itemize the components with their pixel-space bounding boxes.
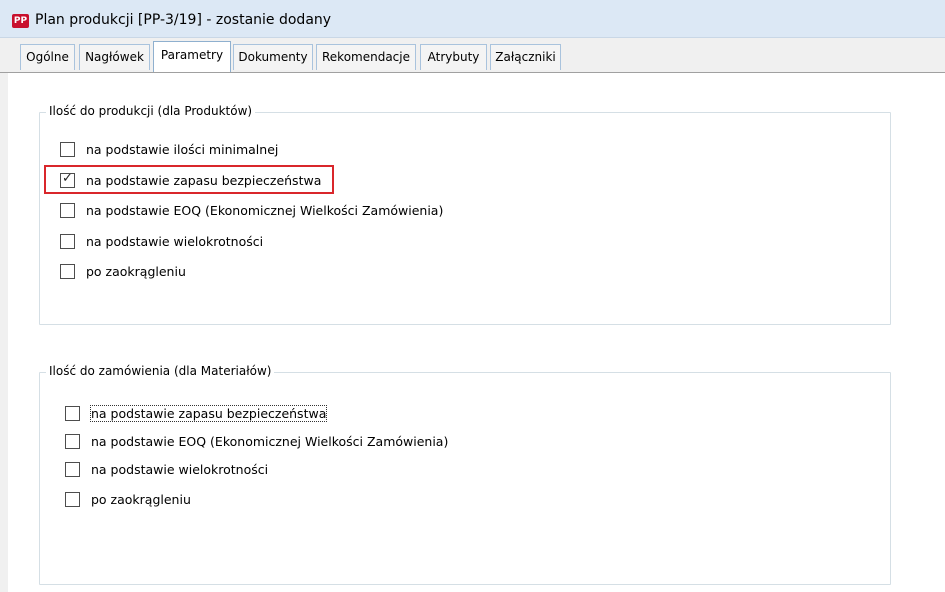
group-materials-legend: Ilość do zamówienia (dla Materiałów): [46, 364, 275, 378]
material-option-multiplicity[interactable]: na podstawie wielokrotności: [65, 462, 285, 478]
group-materials: [39, 372, 891, 585]
checkbox-safety-stock[interactable]: ✓: [60, 171, 75, 188]
product-option-min-qty[interactable]: na podstawie ilości minimalnej: [60, 142, 320, 158]
material-option-eoq[interactable]: na podstawie EOQ (Ekonomicznej Wielkości…: [65, 434, 455, 450]
window-left-border: [0, 38, 8, 592]
material-option-safety-stock[interactable]: na podstawie zapasu bezpieczeństwa: [65, 405, 345, 422]
product-option-rounding[interactable]: po zaokrągleniu: [60, 264, 210, 280]
tab-rekomendacje[interactable]: Rekomendacje: [316, 44, 416, 70]
checkbox-label: po zaokrągleniu: [86, 264, 186, 279]
tab-zalaczniki[interactable]: Załączniki: [490, 44, 561, 70]
checkbox-label: po zaokrągleniu: [91, 492, 191, 507]
tab-atrybuty[interactable]: Atrybuty: [420, 44, 487, 70]
material-option-rounding[interactable]: po zaokrągleniu: [65, 492, 215, 508]
checkbox-multiplicity[interactable]: [60, 234, 75, 249]
checkbox-multiplicity[interactable]: [65, 462, 80, 477]
checkbox-label: na podstawie EOQ (Ekonomicznej Wielkości…: [91, 434, 449, 449]
window-titlebar: PP Plan produkcji [PP-3/19] - zostanie d…: [0, 0, 945, 38]
checkbox-safety-stock[interactable]: [65, 406, 80, 421]
checkbox-min-qty[interactable]: [60, 142, 75, 157]
tab-strip: Ogólne Nagłówek Parametry Dokumenty Reko…: [0, 38, 945, 73]
product-option-eoq[interactable]: na podstawie EOQ (Ekonomicznej Wielkości…: [60, 203, 450, 219]
tab-dokumenty[interactable]: Dokumenty: [233, 44, 313, 70]
checkbox-eoq[interactable]: [60, 203, 75, 218]
checkbox-label: na podstawie wielokrotności: [86, 234, 264, 249]
checkbox-eoq[interactable]: [65, 434, 80, 449]
tab-parametry[interactable]: Parametry: [153, 41, 231, 72]
product-option-multiplicity[interactable]: na podstawie wielokrotności: [60, 234, 280, 250]
tab-naglowek[interactable]: Nagłówek: [79, 44, 150, 70]
checkmark-icon: ✓: [62, 171, 73, 186]
checkbox-label: na podstawie zapasu bezpieczeństwa: [86, 173, 322, 188]
app-icon: PP: [12, 14, 29, 28]
group-products-legend: Ilość do produkcji (dla Produktów): [46, 104, 256, 118]
checkbox-label: na podstawie zapasu bezpieczeństwa: [89, 405, 328, 422]
product-option-safety-stock[interactable]: ✓ na podstawie zapasu bezpieczeństwa: [60, 171, 330, 189]
checkbox-label: na podstawie EOQ (Ekonomicznej Wielkości…: [86, 203, 444, 218]
window-title: Plan produkcji [PP-3/19] - zostanie doda…: [35, 12, 332, 28]
checkbox-rounding[interactable]: [65, 492, 80, 507]
checkbox-label: na podstawie ilości minimalnej: [86, 142, 279, 157]
checkbox-label: na podstawie wielokrotności: [91, 462, 269, 477]
tab-ogolne[interactable]: Ogólne: [20, 44, 75, 70]
checkbox-rounding[interactable]: [60, 264, 75, 279]
